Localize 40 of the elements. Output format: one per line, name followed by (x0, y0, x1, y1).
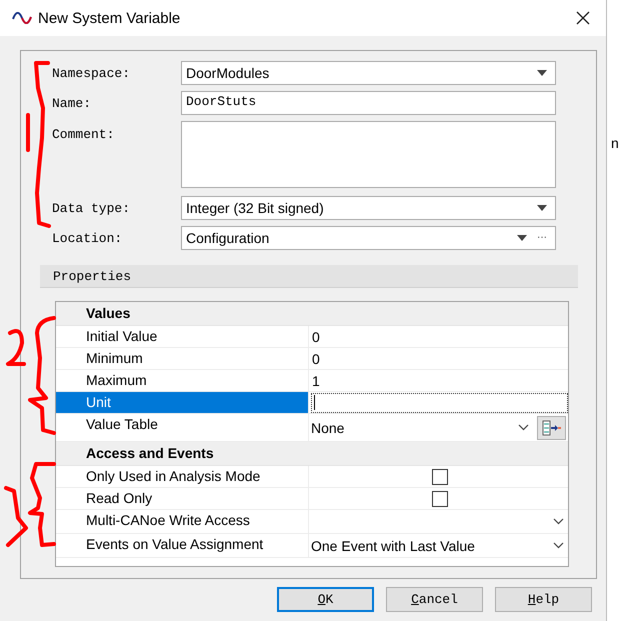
checkbox[interactable] (432, 490, 448, 506)
chevron-down-icon (518, 424, 529, 431)
category-header: Values (56, 302, 568, 326)
close-icon[interactable] (576, 11, 590, 25)
checkbox[interactable] (432, 468, 448, 484)
chevron-down-icon (553, 542, 564, 549)
table-editor-button[interactable] (537, 416, 566, 440)
field-label: Data type: (52, 200, 132, 216)
dropdown-arrow-icon (537, 205, 547, 211)
dropdown-field[interactable]: One Event with Last Value (311, 538, 568, 554)
input-field[interactable] (311, 392, 568, 412)
background-text: n (611, 135, 619, 151)
dropdown-field[interactable]: Configuration ··· (181, 226, 556, 250)
hand-drawn-mark (6, 326, 26, 366)
property-value: 0 (311, 328, 320, 344)
field-label: Namespace: (52, 66, 132, 80)
dropdown-arrow-icon (517, 235, 527, 241)
property-name[interactable]: Unit (56, 392, 309, 413)
dropdown-field[interactable]: None (311, 420, 533, 436)
section-header: Properties (40, 265, 578, 288)
comment-field[interactable] (181, 121, 556, 188)
hand-drawn-mark (4, 486, 28, 547)
category-header: Access and Events (56, 442, 568, 466)
dialog-button[interactable]: Cancel (386, 587, 483, 612)
browse-button[interactable]: ··· (537, 233, 547, 243)
wave-icon (12, 12, 32, 24)
field-label: Comment: (52, 126, 116, 142)
dropdown-field[interactable]: Integer (32 Bit signed) (181, 196, 556, 220)
dialog-button[interactable]: Help (495, 587, 592, 612)
dropdown-arrow-icon (537, 70, 547, 76)
chevron-down-icon (553, 518, 564, 525)
field-label: Location: (52, 230, 124, 246)
input-field[interactable]: DoorStuts (181, 91, 556, 115)
dropdown-field[interactable]: DoorModules (181, 61, 556, 85)
window-title: New System Variable (38, 10, 182, 26)
property-value: 0 (311, 350, 320, 366)
dialog-button[interactable]: OK (277, 587, 374, 612)
field-label: Name: (52, 96, 92, 110)
hand-drawn-mark (26, 113, 30, 152)
property-value: 1 (311, 372, 320, 388)
